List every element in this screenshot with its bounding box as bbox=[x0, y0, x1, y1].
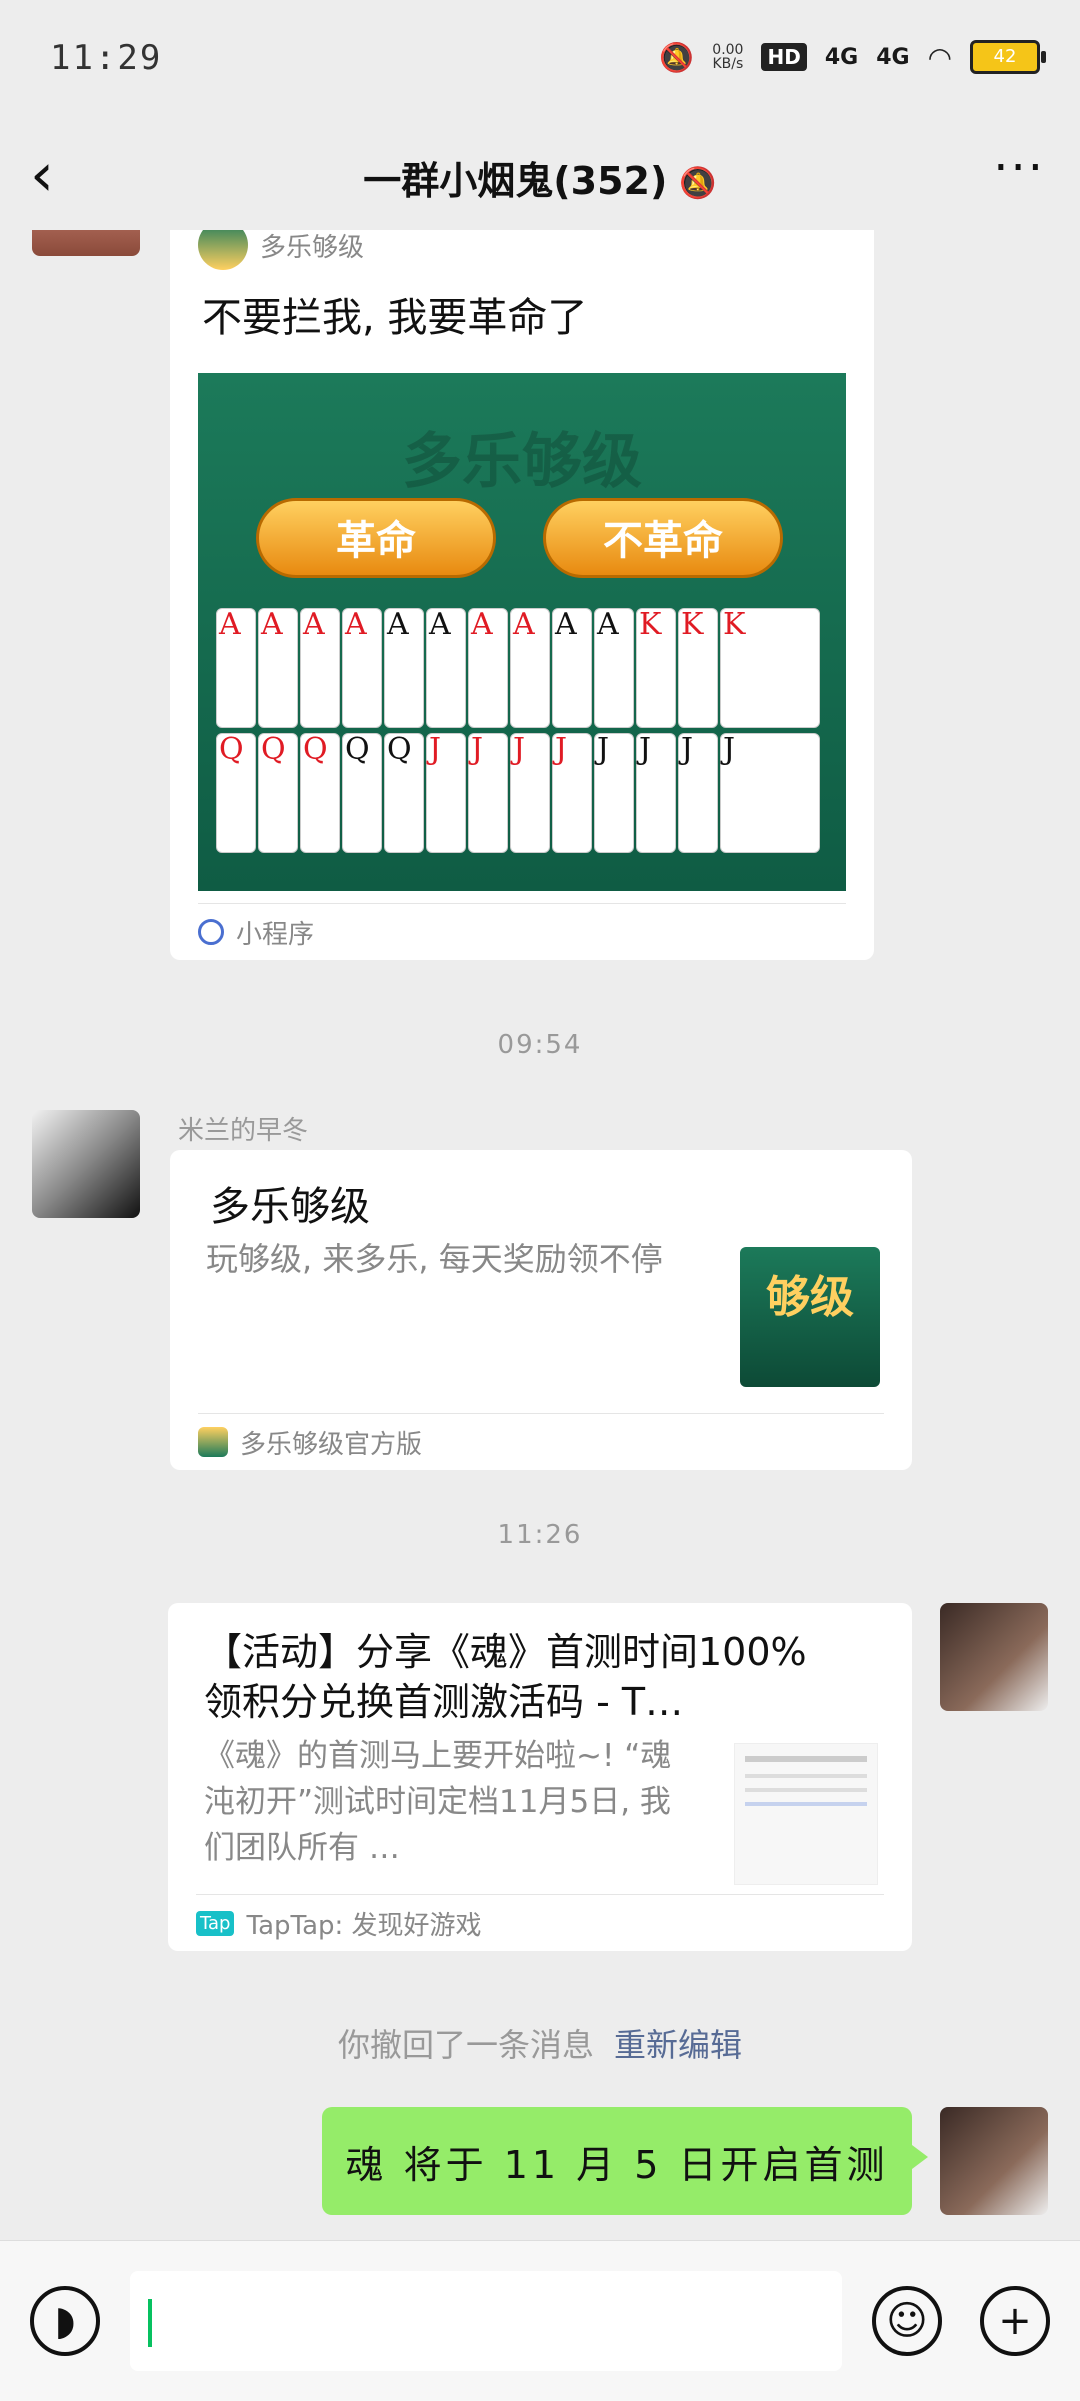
app-logo-icon bbox=[198, 230, 248, 270]
sent-message[interactable]: 魂 将于 11 月 5 日开启首测 bbox=[322, 2107, 928, 2215]
link-thumbnail bbox=[734, 1743, 878, 1885]
playing-card: A bbox=[342, 608, 382, 728]
mini-program-title: 不要拦我, 我要革命了 bbox=[202, 295, 588, 341]
card-row: QQQQQJJJJJJJJ bbox=[216, 733, 822, 853]
recall-notice: 你撤回了一条消息 重新编辑 bbox=[337, 2026, 743, 2064]
avatar[interactable] bbox=[940, 1603, 1048, 1711]
playing-card: A bbox=[426, 608, 466, 728]
app-logo-icon bbox=[198, 1427, 228, 1457]
link-card-footer: Tap TapTap: 发现好游戏 bbox=[196, 1894, 884, 1951]
playing-card: A bbox=[258, 608, 298, 728]
battery-icon: 42 bbox=[970, 40, 1046, 74]
app-thumbnail: 够级 bbox=[740, 1247, 880, 1387]
playing-card: J bbox=[720, 733, 820, 853]
playing-card: J bbox=[552, 733, 592, 853]
avatar[interactable] bbox=[32, 230, 140, 256]
card-row: AAAAAAAAAAKKK bbox=[216, 608, 822, 728]
playing-card: K bbox=[720, 608, 820, 728]
voice-input-icon[interactable]: ◗ bbox=[30, 2286, 100, 2356]
playing-card: K bbox=[636, 608, 676, 728]
sender-name: 米兰的早冬 bbox=[178, 1116, 309, 1146]
playing-card: J bbox=[678, 733, 718, 853]
avatar[interactable] bbox=[32, 1110, 140, 1218]
taptap-logo-icon: Tap bbox=[196, 1910, 235, 1936]
re-edit-link[interactable]: 重新编辑 bbox=[614, 2026, 742, 2064]
mute-bell-icon: 🔕 bbox=[659, 40, 695, 74]
net-speed: 0.00 KB/s bbox=[712, 42, 744, 72]
emoji-icon[interactable]: ☺ bbox=[872, 2286, 942, 2356]
mini-program-footer: 小程序 bbox=[198, 903, 846, 960]
message-input[interactable] bbox=[130, 2271, 842, 2371]
playing-card: K bbox=[678, 608, 718, 728]
link-card-title: 【活动】分享《魂》首测时间100%领积分兑换首测激活码 - T… bbox=[204, 1630, 807, 1724]
app-card-title: 多乐够级 bbox=[210, 1184, 370, 1230]
game-watermark: 多乐够级 bbox=[402, 427, 642, 497]
playing-card: A bbox=[468, 608, 508, 728]
playing-card: A bbox=[510, 608, 550, 728]
no-revolution-button: 不革命 bbox=[543, 498, 783, 578]
clock: 11:29 bbox=[50, 38, 163, 78]
playing-card: A bbox=[216, 608, 256, 728]
message-list[interactable]: 多乐够级 不要拦我, 我要革命了 小程序 多乐够级 革命 不革命 AAAAAAA… bbox=[0, 230, 1080, 2240]
mini-program-source: 多乐够级 bbox=[198, 230, 364, 270]
playing-card: J bbox=[510, 733, 550, 853]
link-card-desc: 《魂》的首测马上要开始啦~! “魂沌初开”测试时间定档11月5日, 我们团队所有… bbox=[204, 1738, 672, 1866]
more-options-icon[interactable]: ··· bbox=[993, 140, 1045, 196]
text-cursor bbox=[148, 2299, 152, 2347]
playing-card: J bbox=[468, 733, 508, 853]
app-card-footer: 多乐够级官方版 bbox=[198, 1413, 884, 1470]
link-card[interactable]: 【活动】分享《魂》首测时间100%领积分兑换首测激活码 - T… 《魂》的首测马… bbox=[168, 1603, 912, 1951]
signal-icon: 4G bbox=[824, 44, 859, 70]
timestamp: 11:26 bbox=[497, 1520, 583, 1550]
playing-card: J bbox=[636, 733, 676, 853]
wifi-icon: ◠ bbox=[927, 40, 952, 74]
playing-card: Q bbox=[258, 733, 298, 853]
playing-card: J bbox=[426, 733, 466, 853]
playing-card: A bbox=[594, 608, 634, 728]
playing-card: Q bbox=[216, 733, 256, 853]
playing-card: Q bbox=[342, 733, 382, 853]
app-card-desc: 玩够级, 来多乐, 每天奖励领不停 bbox=[206, 1240, 663, 1278]
playing-card: A bbox=[384, 608, 424, 728]
mini-program-icon bbox=[198, 919, 224, 945]
playing-card: A bbox=[552, 608, 592, 728]
game-preview-image[interactable]: 多乐够级 革命 不革命 AAAAAAAAAAKKK QQQQQJJJJJJJJ bbox=[198, 373, 846, 891]
playing-card: A bbox=[300, 608, 340, 728]
status-bar: 11:29 🔕 0.00 KB/s HD 4G 4G ◠ 42 bbox=[0, 0, 1080, 120]
app-card[interactable]: 多乐够级 玩够级, 来多乐, 每天奖励领不停 够级 多乐够级官方版 bbox=[170, 1150, 912, 1470]
signal-icon: 4G bbox=[876, 44, 910, 70]
input-bar: ◗ ☺ + bbox=[0, 2240, 1080, 2401]
mute-icon: 🔕 bbox=[679, 166, 717, 201]
chat-header: ‹ 一群小烟鬼(352) 🔕 ··· bbox=[0, 120, 1080, 230]
avatar[interactable] bbox=[940, 2107, 1048, 2215]
timestamp: 09:54 bbox=[497, 1030, 583, 1060]
playing-card: J bbox=[594, 733, 634, 853]
revolution-button: 革命 bbox=[256, 498, 496, 578]
chat-title: 一群小烟鬼(352) 🔕 bbox=[363, 159, 717, 203]
add-icon[interactable]: + bbox=[980, 2286, 1050, 2356]
playing-card: Q bbox=[300, 733, 340, 853]
playing-card: Q bbox=[384, 733, 424, 853]
status-icons: 🔕 0.00 KB/s HD 4G 4G ◠ 42 bbox=[659, 40, 1046, 74]
hd-badge: HD bbox=[761, 43, 807, 71]
